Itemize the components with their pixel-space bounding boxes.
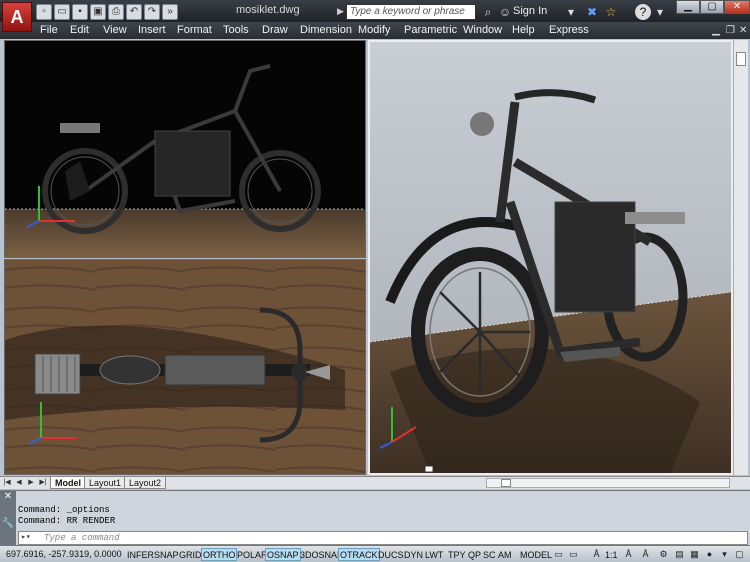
menu-bar: File Edit View Insert Format Tools Draw … [0, 22, 750, 39]
viewport-center-marker [424, 465, 434, 473]
status-menu-icon[interactable]: ▾ [718, 548, 731, 561]
saveas-icon[interactable]: ▣ [90, 4, 106, 20]
tab-next-icon[interactable]: ▶ [26, 478, 36, 488]
application-menu-button[interactable]: A [2, 2, 32, 32]
grid-toggle[interactable]: GRID [177, 548, 204, 561]
command-history: Command: _options Command: RR RENDER [18, 505, 115, 527]
binoculars-icon[interactable]: ⌕ [480, 4, 496, 20]
command-line-window: ✕ 🔧 Command: _options Command: RR RENDER… [0, 490, 750, 546]
model-space-button[interactable]: MODEL [518, 548, 554, 561]
annotation-visibility-icon[interactable]: Å [622, 548, 635, 561]
tab-model[interactable]: Model [50, 477, 86, 489]
isolate-objects-icon[interactable]: ● [703, 548, 716, 561]
otrack-toggle[interactable]: OTRACK [338, 548, 380, 561]
annotation-scale-value[interactable]: 1:1 [603, 548, 620, 561]
command-line-sidebar: ✕ 🔧 [0, 491, 16, 546]
menu-help[interactable]: Help [512, 24, 535, 36]
exchange-icon[interactable]: ✖ [584, 4, 600, 20]
top-view-render [5, 260, 365, 474]
menu-draw[interactable]: Draw [262, 24, 288, 36]
lock-icon[interactable]: ▤ [673, 548, 686, 561]
command-prompt-icon[interactable]: ▸▾ [21, 533, 41, 543]
maximize-button[interactable]: ▢ [700, 0, 724, 14]
autocad-logo-icon: A [10, 6, 24, 27]
tab-first-icon[interactable]: |◀ [2, 478, 12, 488]
close-command-line-icon[interactable]: ✕ [0, 491, 16, 502]
workspace-gear-icon[interactable]: ⚙ [657, 548, 670, 561]
command-input-placeholder: Type a command [44, 533, 120, 543]
document-title: mosiklet.dwg [236, 4, 300, 16]
tpy-toggle[interactable]: TPY [446, 548, 468, 561]
doc-minimize-icon[interactable]: ▁ [712, 25, 720, 36]
menu-parametric[interactable]: Parametric [404, 24, 457, 36]
hardware-acceleration-icon[interactable]: ▦ [688, 548, 701, 561]
search-expand-icon[interactable]: ▶ [337, 6, 344, 17]
title-bar: A ▫ ▭ ▪ ▣ ⎙ ↶ ↷ » mosiklet.dwg ▶ Type a … [0, 0, 750, 32]
dropdown-icon[interactable]: ▾ [563, 4, 579, 20]
auto-scale-icon[interactable]: Å [639, 548, 652, 561]
command-history-line: Command: RR RENDER [18, 516, 116, 526]
help-icon[interactable]: ? [635, 4, 651, 20]
horizontal-scroll-thumb[interactable] [501, 479, 511, 487]
dyn-toggle[interactable]: DYN [402, 548, 425, 561]
menu-insert[interactable]: Insert [138, 24, 166, 36]
redo-icon[interactable]: ↷ [144, 4, 160, 20]
viewport-top-view[interactable] [4, 259, 366, 475]
menu-file[interactable]: File [40, 24, 58, 36]
doc-close-icon[interactable]: ✕ [739, 25, 747, 36]
open-icon[interactable]: ▭ [54, 4, 70, 20]
menu-modify[interactable]: Modify [358, 24, 390, 36]
command-history-line: Command: _options [18, 505, 110, 515]
close-button[interactable]: ✕ [724, 0, 750, 14]
menu-tools[interactable]: Tools [223, 24, 249, 36]
quick-view-drawings-icon[interactable]: ▭ [567, 548, 580, 561]
quick-view-layouts-icon[interactable]: ▭ [552, 548, 565, 561]
tab-layout2[interactable]: Layout2 [124, 477, 167, 489]
menu-express[interactable]: Express [549, 24, 589, 36]
vertical-scroll-thumb[interactable] [736, 52, 746, 66]
plot-icon[interactable]: ⎙ [108, 4, 124, 20]
viewport-perspective-view[interactable] [368, 40, 733, 475]
ortho-toggle[interactable]: ORTHO [201, 548, 238, 561]
am-toggle[interactable]: AM [496, 548, 514, 561]
menu-view[interactable]: View [103, 24, 127, 36]
menu-format[interactable]: Format [177, 24, 212, 36]
tab-layout1[interactable]: Layout1 [84, 477, 127, 489]
save-icon[interactable]: ▪ [72, 4, 88, 20]
user-icon[interactable]: ☺ [497, 4, 513, 20]
vertical-scrollbar[interactable] [733, 40, 748, 475]
customize-wrench-icon[interactable]: 🔧 [0, 518, 16, 529]
perspective-render [370, 42, 731, 473]
annotation-scale-icon[interactable]: Å [590, 548, 603, 561]
more-icon[interactable]: » [162, 4, 178, 20]
menu-dimension[interactable]: Dimension [300, 24, 352, 36]
side-view-render [5, 41, 365, 257]
favorites-icon[interactable]: ☆ [603, 4, 619, 20]
osnap-toggle[interactable]: OSNAP [265, 548, 301, 561]
help-dropdown-icon[interactable]: ▾ [652, 4, 668, 20]
viewport-side-view[interactable] [4, 40, 366, 258]
quick-access-toolbar: ▫ ▭ ▪ ▣ ⎙ ↶ ↷ » [36, 4, 178, 20]
command-input[interactable]: ▸▾ Type a command [18, 531, 748, 545]
undo-icon[interactable]: ↶ [126, 4, 142, 20]
minimize-button[interactable]: ▁ [676, 0, 700, 14]
layout-tab-strip: |◀ ◀ ▶ ▶| Model Layout1 Layout2 [0, 476, 750, 489]
menu-edit[interactable]: Edit [70, 24, 89, 36]
doc-restore-icon[interactable]: ❐ [726, 25, 735, 36]
tab-prev-icon[interactable]: ◀ [14, 478, 24, 488]
new-icon[interactable]: ▫ [36, 4, 52, 20]
cursor-coordinates[interactable]: 697.6916, -257.9319, 0.0000 [6, 549, 122, 559]
sign-in-link[interactable]: Sign In [513, 5, 547, 17]
lwt-toggle[interactable]: LWT [423, 548, 445, 561]
tab-last-icon[interactable]: ▶| [38, 478, 48, 488]
infocenter-search-input[interactable]: Type a keyword or phrase [346, 4, 476, 20]
clean-screen-icon[interactable]: ▢ [733, 548, 746, 561]
status-bar: 697.6916, -257.9319, 0.0000 INFER SNAP G… [0, 545, 750, 562]
autocad-window: A ▫ ▭ ▪ ▣ ⎙ ↶ ↷ » mosiklet.dwg ▶ Type a … [0, 0, 750, 562]
menu-window[interactable]: Window [463, 24, 502, 36]
horizontal-scrollbar[interactable] [486, 478, 730, 488]
